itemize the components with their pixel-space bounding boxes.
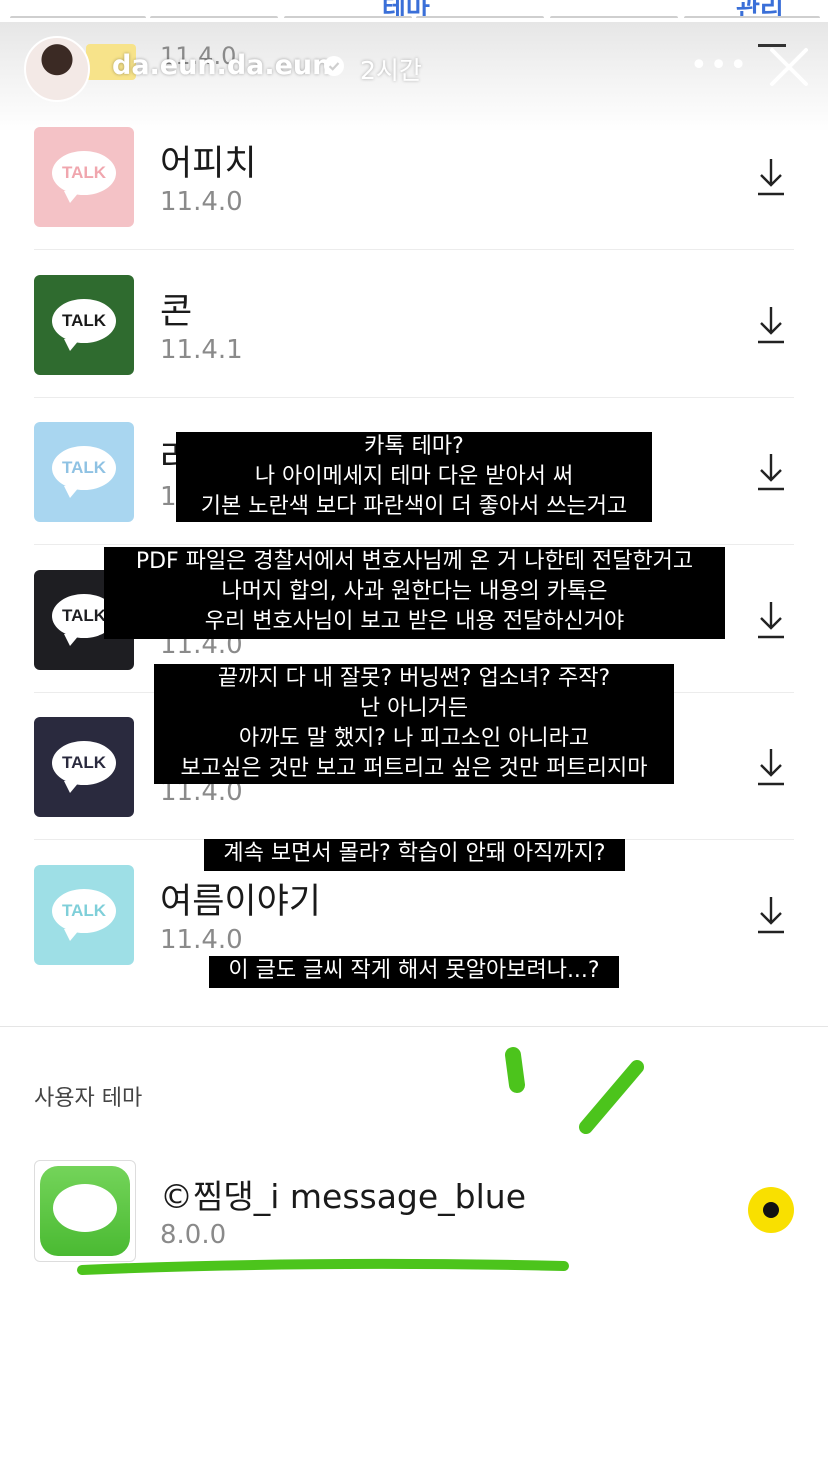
caption-line: 기본 노란색 보다 파란색이 더 좋아서 쓰는거고 (200, 494, 628, 519)
verified-badge-icon (324, 56, 344, 76)
message-bubble-icon (40, 1166, 130, 1256)
story-progress-segment (684, 16, 820, 18)
selected-radio-icon[interactable] (748, 1187, 794, 1233)
drawn-marks (505, 1047, 644, 1134)
theme-row[interactable]: TALK 여름이야기 11.4.0 (0, 865, 828, 1012)
caption-line: 보고싶은 것만 보고 퍼트리고 싶은 것만 퍼트리지마 (180, 756, 648, 781)
caption-line: 난 아니거든 (359, 696, 469, 721)
caption-line: 계속 보면서 몰라? 학습이 안돼 아직까지? (223, 841, 606, 866)
theme-icon: TALK (34, 275, 134, 375)
avatar[interactable] (24, 36, 90, 102)
download-icon[interactable] (756, 452, 786, 492)
section-title: 사용자 테마 (34, 1086, 143, 1111)
story-progress-segment (150, 16, 278, 18)
user-theme-icon (34, 1160, 136, 1262)
theme-row[interactable]: TALK 콘 11.4.1 (0, 275, 828, 422)
row-divider (34, 397, 794, 398)
download-icon[interactable] (756, 305, 786, 345)
row-divider (34, 249, 794, 250)
caption-line: 나 아이메세지 테마 다운 받아서 써 (254, 464, 574, 489)
theme-name: 어피치 (160, 144, 257, 184)
caption-line: PDF 파일은 경찰서에서 변호사님께 온 거 나한테 전달한거고 (135, 549, 694, 574)
theme-version: 11.4.0 (160, 187, 243, 217)
theme-icon: TALK (34, 717, 134, 817)
theme-icon: TALK (34, 865, 134, 965)
drawn-underline (77, 1258, 569, 1275)
download-icon[interactable] (756, 157, 786, 197)
talk-bubble-icon: TALK (52, 151, 116, 203)
story-username[interactable]: da.eun.da.eun (112, 50, 331, 81)
talk-bubble-icon: TALK (52, 741, 116, 793)
theme-name: 여름이야기 (160, 882, 322, 922)
talk-bubble-icon: TALK (52, 446, 116, 498)
story-progress-segment (10, 16, 146, 18)
close-icon[interactable] (768, 46, 810, 88)
caption-line: 이 글도 글씨 작게 해서 못알아보려나...? (228, 958, 600, 983)
story-time: 2시간 (360, 56, 422, 85)
story-caption: 이 글도 글씨 작게 해서 못알아보려나...? (209, 956, 619, 988)
caption-line: 끝까지 다 내 잘못? 버닝썬? 업소녀? 주작? (217, 666, 611, 691)
theme-icon: TALK (34, 422, 134, 522)
download-icon[interactable] (756, 600, 786, 640)
caption-line: 우리 변호사님이 보고 받은 내용 전달하신거야 (204, 609, 625, 634)
download-icon[interactable] (756, 747, 786, 787)
user-theme-name[interactable]: ©찜댕_i message_blue (160, 1170, 526, 1218)
story-caption: 계속 보면서 몰라? 학습이 안돼 아직까지? (204, 839, 625, 871)
story-progress-segment (550, 16, 678, 18)
story-caption: 카톡 테마? 나 아이메세지 테마 다운 받아서 써 기본 노란색 보다 파란색… (176, 432, 652, 522)
story-caption: 끝까지 다 내 잘못? 버닝썬? 업소녀? 주작? 난 아니거든 아까도 말 했… (154, 664, 674, 784)
top-tab-strip: 테마 관리 (0, 0, 828, 18)
row-divider (34, 544, 794, 545)
theme-icon: TALK (34, 127, 134, 227)
story-progress-segment (416, 16, 544, 18)
theme-version: 11.4.0 (160, 925, 243, 955)
story-progress-segment (284, 16, 412, 18)
caption-line: 나머지 합의, 사과 원한다는 내용의 카톡은 (221, 579, 608, 604)
caption-line: 카톡 테마? (364, 434, 464, 459)
download-icon[interactable] (756, 895, 786, 935)
talk-bubble-icon: TALK (52, 299, 116, 351)
section-divider (0, 1026, 828, 1027)
caption-line: 아까도 말 했지? 나 피고소인 아니라고 (238, 726, 590, 751)
theme-version: 11.4.1 (160, 335, 243, 365)
theme-name: 콘 (160, 292, 193, 332)
theme-row[interactable]: TALK 어피치 11.4.0 (0, 127, 828, 274)
more-options-icon[interactable]: ••• (690, 48, 749, 83)
user-theme-version: 8.0.0 (160, 1220, 227, 1250)
talk-bubble-icon: TALK (52, 889, 116, 941)
story-caption: PDF 파일은 경찰서에서 변호사님께 온 거 나한테 전달한거고 나머지 합의… (104, 547, 725, 639)
